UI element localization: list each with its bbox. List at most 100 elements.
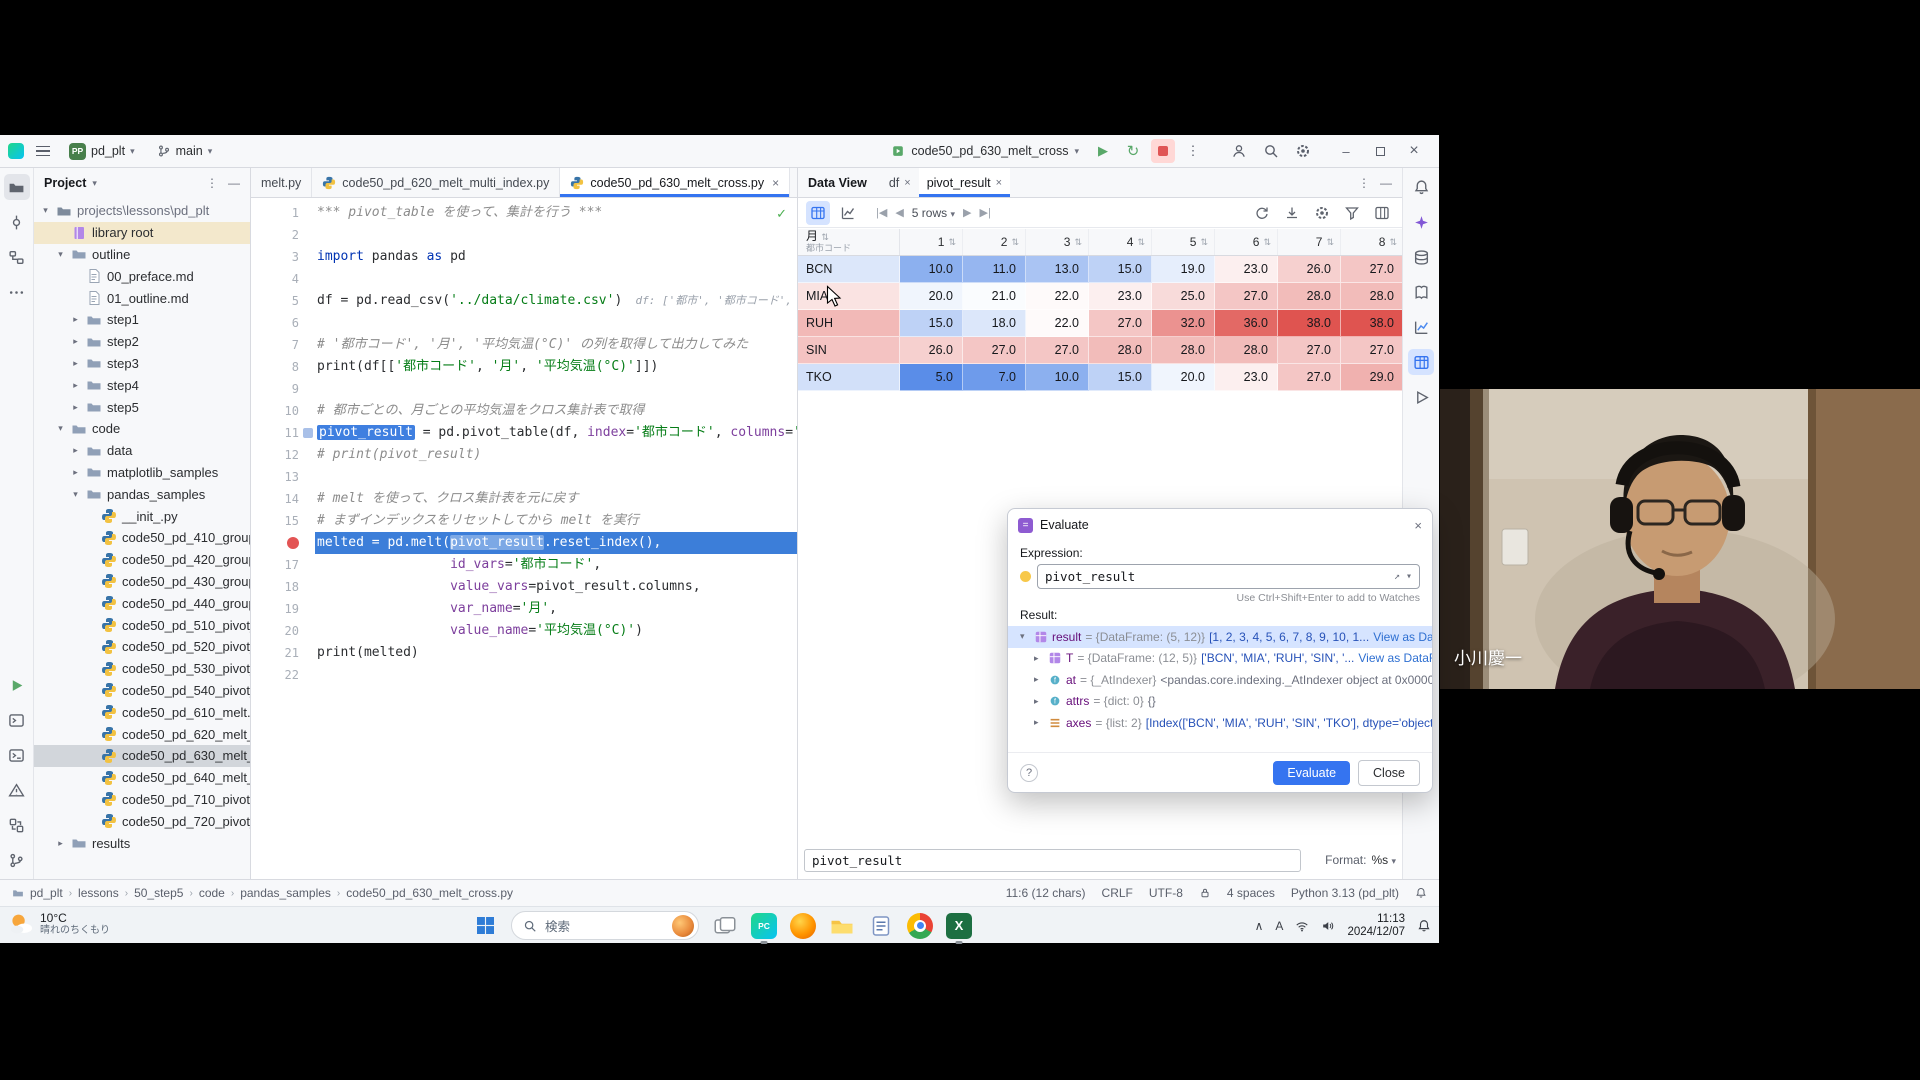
sort-icon[interactable]: ⇅: [948, 237, 956, 248]
reload-icon[interactable]: [1250, 201, 1274, 225]
chart-icon[interactable]: [836, 201, 860, 225]
tree-item[interactable]: code50_pd_540_pivot_table_cross_mu: [34, 680, 250, 702]
code-line[interactable]: 20 value_name='平均気温(°C)'): [251, 620, 797, 642]
data-view-icon[interactable]: [1408, 349, 1434, 375]
cell[interactable]: 27.0: [1278, 364, 1341, 391]
cell[interactable]: 15.0: [1089, 364, 1152, 391]
gutter-line-number[interactable]: 20: [251, 620, 315, 642]
stop-button[interactable]: [1151, 139, 1175, 163]
tree-item[interactable]: __init_.py: [34, 505, 250, 527]
breadcrumb-item[interactable]: 50_step5: [134, 886, 183, 900]
file-encoding[interactable]: UTF-8: [1149, 886, 1183, 900]
tree-chevron-icon[interactable]: ▸: [70, 380, 81, 391]
tree-item[interactable]: ▸data: [34, 440, 250, 462]
code-line[interactable]: 6: [251, 312, 797, 334]
python-console-icon[interactable]: [4, 707, 30, 733]
commit-icon[interactable]: [4, 209, 30, 235]
code-editor[interactable]: 1*** pivot_table を使って、集計を行う ***23import …: [251, 202, 797, 686]
row-index-cell[interactable]: RUH: [798, 310, 900, 337]
tree-item[interactable]: code50_pd_610_melt.py: [34, 701, 250, 723]
expand-editor-icon[interactable]: ↗: [1394, 571, 1400, 582]
cell[interactable]: 23.0: [1215, 364, 1278, 391]
code-line[interactable]: 3import pandas as pd: [251, 246, 797, 268]
tree-item[interactable]: code50_pd_530_pivot_table_cross.py: [34, 658, 250, 680]
structure-icon[interactable]: [4, 244, 30, 270]
maximize-button[interactable]: [1363, 137, 1397, 165]
column-header[interactable]: 8 ⇅: [1341, 229, 1402, 255]
gutter-line-number[interactable]: 9: [251, 378, 315, 400]
tree-chevron-icon[interactable]: ▾: [40, 205, 51, 216]
gutter-line-number[interactable]: 22: [251, 664, 315, 686]
taskview-icon[interactable]: [712, 913, 738, 939]
ime-icon[interactable]: A: [1275, 919, 1283, 933]
cell[interactable]: 32.0: [1152, 310, 1215, 337]
sort-icon[interactable]: ⇅: [1200, 237, 1208, 248]
tree-chevron-icon[interactable]: ▾: [55, 423, 66, 434]
terminal-icon[interactable]: [4, 742, 30, 768]
code-line[interactable]: 18 value_vars=pivot_result.columns,: [251, 576, 797, 598]
notifications-icon[interactable]: [1415, 887, 1427, 899]
tree-chevron-icon[interactable]: ▸: [1034, 674, 1044, 685]
gutter-line-number[interactable]: 4: [251, 268, 315, 290]
view-as-dataframe-link[interactable]: View as DataFrame: [1358, 651, 1432, 665]
cell[interactable]: 36.0: [1215, 310, 1278, 337]
cell[interactable]: 22.0: [1026, 283, 1089, 310]
more-icon[interactable]: ⋮: [1358, 176, 1370, 190]
code-line[interactable]: 2: [251, 224, 797, 246]
cell[interactable]: 27.0: [1089, 310, 1152, 337]
start-button[interactable]: [472, 913, 498, 939]
close-tab-icon[interactable]: ×: [770, 176, 779, 190]
gutter-line-number[interactable]: 3: [251, 246, 315, 268]
tree-item[interactable]: 01_outline.md: [34, 287, 250, 309]
tree-item[interactable]: ▾projects\lessons\pd_plt: [34, 200, 250, 222]
cell[interactable]: 18.0: [963, 310, 1026, 337]
code-line[interactable]: melted = pd.melt(pivot_result.reset_inde…: [251, 532, 797, 554]
cell[interactable]: 28.0: [1089, 337, 1152, 364]
rerun-button[interactable]: ↻: [1121, 139, 1145, 163]
gutter-line-number[interactable]: 7: [251, 334, 315, 356]
problems-icon[interactable]: [4, 777, 30, 803]
cell[interactable]: 27.0: [1215, 283, 1278, 310]
search-highlights-icon[interactable]: [672, 915, 694, 937]
gutter-line-number[interactable]: 10: [251, 400, 315, 422]
cell[interactable]: 20.0: [1152, 364, 1215, 391]
result-tree-row[interactable]: ▸axes = {list: 2} [Index(['BCN', 'MIA', …: [1008, 712, 1432, 734]
cell[interactable]: 20.0: [900, 283, 963, 310]
tree-item[interactable]: ▸step2: [34, 331, 250, 353]
next-page-icon[interactable]: ▶: [963, 206, 971, 219]
cell[interactable]: 38.0: [1341, 310, 1402, 337]
minimize-button[interactable]: –: [1329, 137, 1363, 165]
user-avatar-icon[interactable]: [1227, 139, 1251, 163]
project-icon[interactable]: [4, 174, 30, 200]
tree-chevron-icon[interactable]: ▸: [1034, 696, 1044, 707]
row-index-cell[interactable]: MIA: [798, 283, 900, 310]
code-line[interactable]: 9: [251, 378, 797, 400]
notifications-icon[interactable]: [1408, 174, 1434, 200]
sort-icon[interactable]: ⇅: [1263, 237, 1271, 248]
search-everywhere-icon[interactable]: [1259, 139, 1283, 163]
result-tree-row[interactable]: ▸fat = {_AtIndexer} <pandas.core.indexin…: [1008, 669, 1432, 691]
firefox-icon[interactable]: [790, 913, 816, 939]
gutter-line-number[interactable]: 2: [251, 224, 315, 246]
more-actions-button[interactable]: ⋮: [1181, 139, 1205, 163]
wifi-icon[interactable]: [1295, 919, 1309, 933]
tree-item[interactable]: ▸step1: [34, 309, 250, 331]
gutter-line-number[interactable]: 13: [251, 466, 315, 488]
column-header[interactable]: 6 ⇅: [1215, 229, 1278, 255]
tree-chevron-icon[interactable]: ▸: [70, 402, 81, 413]
code-line[interactable]: 5df = pd.read_csv('../data/climate.csv')…: [251, 290, 797, 312]
pycharm-icon[interactable]: PC: [751, 913, 777, 939]
data-view-tab[interactable]: df×: [881, 168, 919, 197]
cell[interactable]: 27.0: [1026, 337, 1089, 364]
tree-item[interactable]: code50_pd_630_melt_cross.py: [34, 745, 250, 767]
code-line[interactable]: 11pivot_result = pd.pivot_table(df, inde…: [251, 422, 797, 444]
row-index-cell[interactable]: BCN: [798, 256, 900, 283]
explorer-icon[interactable]: [829, 913, 855, 939]
cell[interactable]: 21.0: [963, 283, 1026, 310]
editor-tab[interactable]: melt.py: [251, 168, 312, 197]
tree-item[interactable]: code50_pd_510_pivot_table.py: [34, 614, 250, 636]
tray-chevron-icon[interactable]: ∧: [1255, 919, 1264, 933]
tree-item[interactable]: code50_pd_440_groupby_amex.py: [34, 592, 250, 614]
row-index-cell[interactable]: TKO: [798, 364, 900, 391]
cell[interactable]: 15.0: [900, 310, 963, 337]
